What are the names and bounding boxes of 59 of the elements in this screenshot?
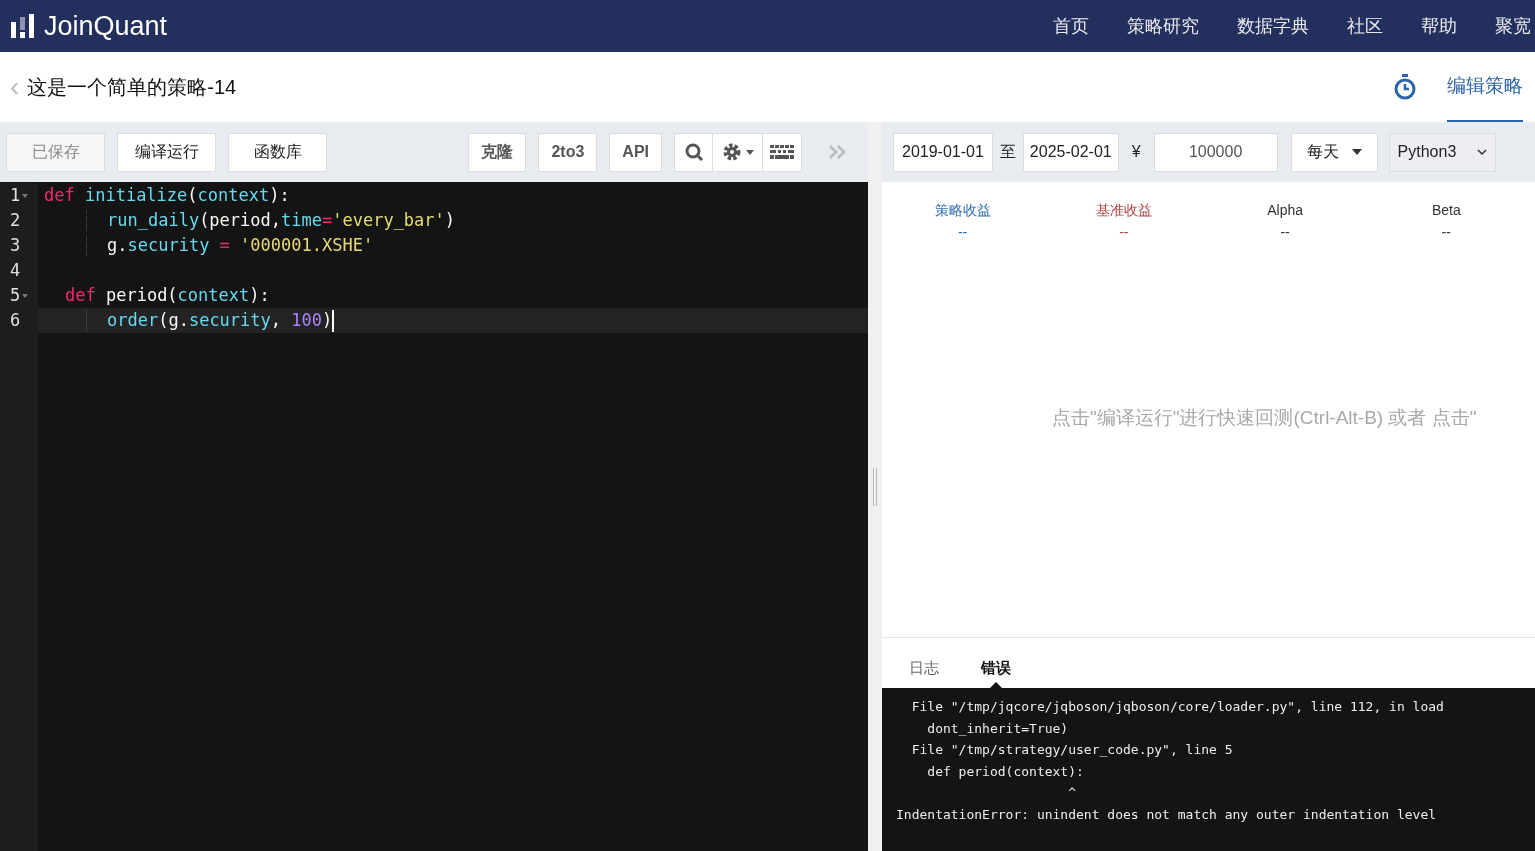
date-separator: 至 bbox=[999, 142, 1016, 162]
log-line: File "/tmp/jqcore/jqboson/jqboson/core/loader.py", line 112, in load bbox=[910, 698, 1444, 716]
line-number: 2 bbox=[10, 209, 21, 232]
stat-label: 策略收益 bbox=[934, 201, 991, 220]
stat-label: Beta bbox=[1431, 201, 1461, 220]
logo-text: JoinQuant bbox=[44, 12, 168, 40]
strategy-title: 这是一个简单的策略-14 bbox=[27, 75, 237, 100]
stopwatch-icon[interactable] bbox=[1393, 74, 1417, 100]
start-date-field[interactable]: 2019-01-01 bbox=[893, 132, 993, 172]
line-number: 6 bbox=[10, 309, 21, 332]
code-line: order(g.security, 100) bbox=[107, 309, 333, 332]
resize-handle[interactable] bbox=[873, 467, 877, 506]
toolbar-button[interactable]: API bbox=[609, 132, 662, 172]
log-line: File "/tmp/strategy/user_code.py", line 5 bbox=[910, 741, 1233, 759]
search-icon bbox=[683, 142, 704, 162]
keyboard-icon bbox=[770, 145, 794, 159]
end-date-field[interactable]: 2025-02-01 bbox=[1022, 132, 1119, 172]
toolbar-button[interactable]: 克隆 bbox=[468, 132, 527, 172]
stat-label: 基准收益 bbox=[1095, 201, 1152, 220]
code-line: run_daily(period,time='every_bar') bbox=[107, 209, 456, 232]
run-hint: 点击"编译运行"进行快速回测(Ctrl-Alt-B) 或者 点击" bbox=[1052, 405, 1477, 430]
line-number: 4 bbox=[10, 259, 21, 282]
stat-value: -- bbox=[1119, 225, 1129, 239]
text-cursor bbox=[332, 309, 335, 332]
nav-link[interactable]: 帮助 bbox=[1421, 12, 1457, 40]
line-number: 3 bbox=[10, 234, 21, 257]
toolbar-button[interactable]: 编译运行 bbox=[117, 132, 216, 172]
code-line: g.security = '000001.XSHE' bbox=[107, 234, 374, 257]
chevron-down-icon bbox=[1476, 149, 1487, 155]
log-tab[interactable]: 日志 bbox=[900, 648, 948, 688]
currency-label: ¥ bbox=[1131, 142, 1141, 162]
log-line: dont_inherit=True) bbox=[926, 719, 1069, 738]
nav-link[interactable]: 首页 bbox=[1053, 12, 1089, 40]
caret-icon bbox=[1351, 149, 1362, 155]
log-line: def period(context): bbox=[926, 762, 1084, 781]
stat-label: Alpha bbox=[1267, 201, 1304, 220]
stat-value: -- bbox=[957, 225, 968, 239]
caret-icon bbox=[745, 149, 754, 155]
code-line: def period(context): bbox=[65, 284, 270, 307]
python-version-select[interactable]: Python3 bbox=[1388, 132, 1496, 172]
fold-icon[interactable] bbox=[22, 193, 29, 198]
settings-icon bbox=[721, 142, 742, 162]
line-number: 1 bbox=[10, 184, 21, 207]
capital-field[interactable]: 100000 bbox=[1153, 132, 1278, 172]
code-editor[interactable]: 1 2 3 4 5 6 def initialize(context): run_daily(period,time='every_bar') g.security = '000001.XSHE' def period(context): order(g.security, 100) bbox=[0, 182, 868, 851]
nav-link[interactable]: 策略研究 bbox=[1127, 12, 1199, 40]
code-line: def initialize(context): bbox=[44, 184, 290, 207]
nav-link[interactable]: 聚宽 bbox=[1495, 12, 1531, 40]
line-number: 5 bbox=[10, 284, 21, 307]
stat-value: -- bbox=[1441, 225, 1452, 239]
log-line: IndentationError: unindent does not match any outer indentation level bbox=[896, 805, 1437, 824]
fold-icon[interactable] bbox=[22, 293, 29, 298]
nav-link[interactable]: 社区 bbox=[1347, 12, 1383, 40]
toolbar-button[interactable]: 2to3 bbox=[538, 132, 598, 172]
nav-link[interactable]: 数据字典 bbox=[1237, 12, 1309, 40]
stat-value: -- bbox=[1280, 225, 1290, 239]
toolbar-button[interactable]: 函数库 bbox=[228, 132, 327, 172]
frequency-select[interactable]: 每天 bbox=[1290, 132, 1378, 172]
log-line: ^ bbox=[1067, 784, 1076, 802]
